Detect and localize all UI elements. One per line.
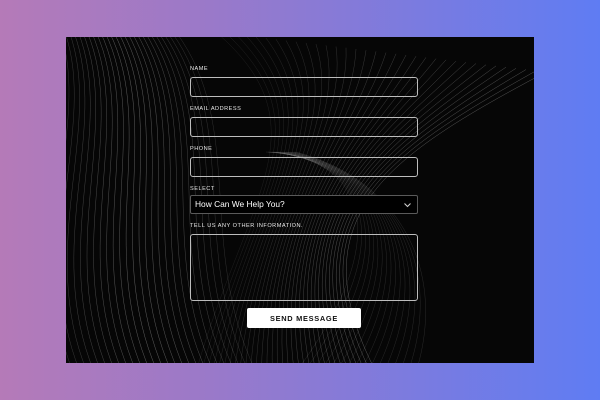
phone-input[interactable] <box>190 157 418 177</box>
select-label: SELECT <box>190 186 215 192</box>
message-label: TELL US ANY OTHER INFORMATION. <box>190 223 304 229</box>
message-textarea[interactable] <box>190 234 418 301</box>
name-input[interactable] <box>190 77 418 97</box>
chevron-down-icon <box>404 203 411 208</box>
help-topic-select[interactable]: How Can We Help You? <box>190 195 418 214</box>
send-message-button[interactable]: SEND MESSAGE <box>247 308 361 328</box>
phone-label: PHONE <box>190 146 213 152</box>
email-input[interactable] <box>190 117 418 137</box>
contact-form-panel: NAME EMAIL ADDRESS PHONE SELECT How Can … <box>66 37 534 363</box>
select-value: How Can We Help You? <box>195 199 285 209</box>
email-label: EMAIL ADDRESS <box>190 106 242 112</box>
name-label: NAME <box>190 66 209 72</box>
